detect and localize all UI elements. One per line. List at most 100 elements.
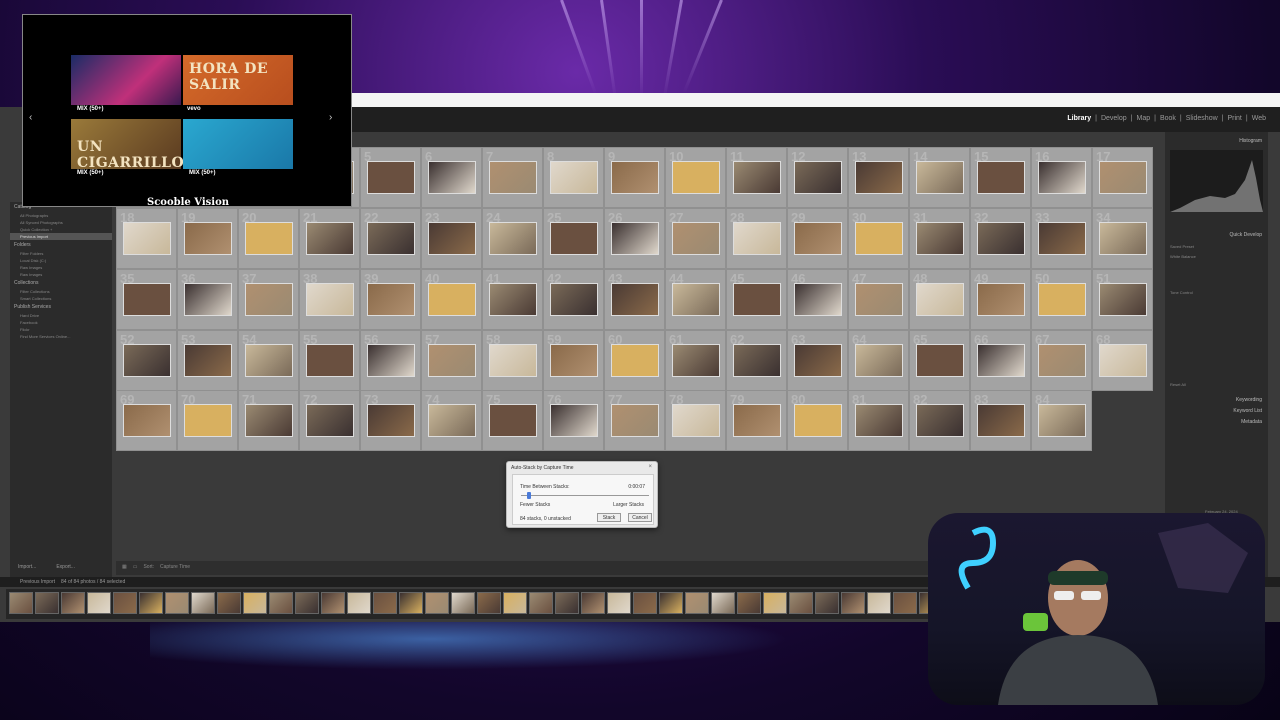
photo-cell[interactable]: 81 xyxy=(848,390,909,451)
close-icon[interactable]: × xyxy=(648,464,652,470)
photo-cell[interactable]: 65 xyxy=(909,330,970,391)
photo-thumbnail[interactable] xyxy=(183,222,232,255)
photo-thumbnail[interactable] xyxy=(305,344,354,377)
photo-cell[interactable]: 42 xyxy=(543,269,604,330)
next-arrow-icon[interactable]: › xyxy=(329,112,332,123)
filmstrip-thumbnail[interactable] xyxy=(815,592,839,614)
photo-thumbnail[interactable] xyxy=(976,344,1025,377)
photo-cell[interactable]: 18 xyxy=(116,208,177,269)
filmstrip-thumbnail[interactable] xyxy=(789,592,813,614)
photo-thumbnail[interactable] xyxy=(122,404,171,437)
photo-cell[interactable]: 50 xyxy=(1031,269,1092,330)
photo-thumbnail[interactable] xyxy=(488,283,537,316)
photo-cell[interactable]: 16 xyxy=(1031,147,1092,208)
photo-cell[interactable]: 75 xyxy=(482,390,543,451)
catalog-item[interactable]: All Synced Photographs xyxy=(10,219,112,226)
folder-item[interactable]: Raw Images xyxy=(10,271,112,278)
filmstrip-thumbnail[interactable] xyxy=(217,592,241,614)
filmstrip-thumbnail[interactable] xyxy=(425,592,449,614)
photo-cell[interactable]: 20 xyxy=(238,208,299,269)
tone-control-row[interactable]: Tone Control xyxy=(1170,290,1193,295)
photo-cell[interactable]: 29 xyxy=(787,208,848,269)
photo-cell[interactable]: 47 xyxy=(848,269,909,330)
photo-thumbnail[interactable] xyxy=(793,283,842,316)
sort-select[interactable]: Capture Time xyxy=(160,564,190,572)
photo-cell[interactable]: 17 xyxy=(1092,147,1153,208)
filmstrip-thumbnail[interactable] xyxy=(633,592,657,614)
filmstrip-thumbnail[interactable] xyxy=(9,592,33,614)
photo-cell[interactable]: 9 xyxy=(604,147,665,208)
quick-develop-header[interactable]: Quick Develop xyxy=(1229,232,1262,238)
photo-thumbnail[interactable] xyxy=(976,161,1025,194)
photo-thumbnail[interactable] xyxy=(1098,344,1147,377)
photo-thumbnail[interactable] xyxy=(793,344,842,377)
photo-thumbnail[interactable] xyxy=(1098,161,1147,194)
photo-thumbnail[interactable] xyxy=(549,344,598,377)
photo-cell[interactable]: 48 xyxy=(909,269,970,330)
photo-thumbnail[interactable] xyxy=(488,161,537,194)
photo-thumbnail[interactable] xyxy=(732,222,781,255)
module-print[interactable]: Print xyxy=(1227,115,1241,122)
photo-thumbnail[interactable] xyxy=(549,161,598,194)
photo-thumbnail[interactable] xyxy=(244,344,293,377)
photo-thumbnail[interactable] xyxy=(732,344,781,377)
photo-thumbnail[interactable] xyxy=(671,283,720,316)
photo-cell[interactable]: 78 xyxy=(665,390,726,451)
photo-thumbnail[interactable] xyxy=(366,222,415,255)
collections-header[interactable]: Collections xyxy=(10,278,112,288)
photo-cell[interactable]: 43 xyxy=(604,269,665,330)
photo-cell[interactable]: 41 xyxy=(482,269,543,330)
filmstrip-thumbnail[interactable] xyxy=(35,592,59,614)
photo-cell[interactable]: 58 xyxy=(482,330,543,391)
photo-thumbnail[interactable] xyxy=(427,404,476,437)
photo-thumbnail[interactable] xyxy=(427,344,476,377)
photo-thumbnail[interactable] xyxy=(488,222,537,255)
photo-thumbnail[interactable] xyxy=(1037,404,1086,437)
photo-cell[interactable]: 80 xyxy=(787,390,848,451)
photo-thumbnail[interactable] xyxy=(671,344,720,377)
filmstrip-thumbnail[interactable] xyxy=(581,592,605,614)
photo-thumbnail[interactable] xyxy=(1037,283,1086,316)
photo-thumbnail[interactable] xyxy=(244,283,293,316)
photo-thumbnail[interactable] xyxy=(915,344,964,377)
photo-cell[interactable]: 74 xyxy=(421,390,482,451)
white-balance-row[interactable]: White Balance xyxy=(1170,254,1196,259)
filmstrip-thumbnail[interactable] xyxy=(659,592,683,614)
photo-cell[interactable]: 54 xyxy=(238,330,299,391)
filmstrip-thumbnail[interactable] xyxy=(529,592,553,614)
reset-all-row[interactable]: Reset All xyxy=(1170,382,1186,387)
photo-cell[interactable]: 72 xyxy=(299,390,360,451)
photo-thumbnail[interactable] xyxy=(488,344,537,377)
photo-cell[interactable]: 13 xyxy=(848,147,909,208)
photo-cell[interactable]: 12 xyxy=(787,147,848,208)
cancel-button[interactable]: Cancel xyxy=(628,513,652,522)
filmstrip-thumbnail[interactable] xyxy=(893,592,917,614)
photo-thumbnail[interactable] xyxy=(488,404,537,437)
photo-thumbnail[interactable] xyxy=(915,222,964,255)
filmstrip-thumbnail[interactable] xyxy=(867,592,891,614)
stack-slider-handle[interactable] xyxy=(527,492,531,499)
photo-thumbnail[interactable] xyxy=(366,283,415,316)
loupe-view-icon[interactable]: ▭ xyxy=(133,564,138,572)
photo-cell[interactable]: 28 xyxy=(726,208,787,269)
filmstrip-thumbnail[interactable] xyxy=(477,592,501,614)
photo-cell[interactable]: 83 xyxy=(970,390,1031,451)
photo-cell[interactable]: 66 xyxy=(970,330,1031,391)
photo-cell[interactable]: 64 xyxy=(848,330,909,391)
photo-thumbnail[interactable] xyxy=(183,344,232,377)
photo-thumbnail[interactable] xyxy=(854,283,903,316)
filmstrip-thumbnail[interactable] xyxy=(841,592,865,614)
photo-cell[interactable]: 25 xyxy=(543,208,604,269)
photo-thumbnail[interactable] xyxy=(122,344,171,377)
photo-thumbnail[interactable] xyxy=(183,283,232,316)
photo-thumbnail[interactable] xyxy=(1098,222,1147,255)
keyword-list-header[interactable]: Keyword List xyxy=(1233,408,1262,414)
publish-item[interactable]: Facebook xyxy=(10,319,112,326)
stack-button[interactable]: Stack xyxy=(597,513,621,522)
photo-thumbnail[interactable] xyxy=(366,344,415,377)
photo-cell[interactable]: 77 xyxy=(604,390,665,451)
photo-thumbnail[interactable] xyxy=(1098,283,1147,316)
photo-thumbnail[interactable] xyxy=(366,161,415,194)
stack-slider-track[interactable] xyxy=(521,495,649,496)
filmstrip[interactable] xyxy=(6,589,936,619)
